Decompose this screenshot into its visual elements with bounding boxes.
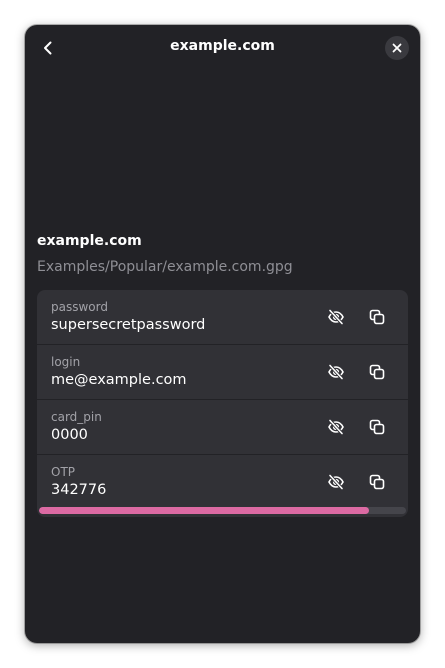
field-list: password supersecretpassword login me@ex… xyxy=(37,290,408,517)
close-icon xyxy=(392,43,402,53)
field-row-otp: OTP 342776 xyxy=(37,455,408,509)
field-row-login: login me@example.com xyxy=(37,345,408,399)
field-label: card_pin xyxy=(51,410,102,424)
copy-button[interactable] xyxy=(365,470,389,494)
toggle-visibility-button[interactable] xyxy=(324,305,348,329)
otp-progress-fill xyxy=(39,507,370,514)
field-row-password: password supersecretpassword xyxy=(37,290,408,344)
eye-hidden-icon xyxy=(328,363,344,381)
field-value[interactable]: me@example.com xyxy=(51,372,187,388)
copy-icon xyxy=(369,364,385,380)
otp-time-progress-bar xyxy=(39,507,406,514)
close-button[interactable] xyxy=(385,36,409,60)
field-label: login xyxy=(51,355,81,369)
password-entry-window: example.com example.com Examples/Popular… xyxy=(25,25,420,643)
copy-icon xyxy=(369,474,385,490)
field-value[interactable]: supersecretpassword xyxy=(51,317,205,333)
entry-path: Examples/Popular/example.com.gpg xyxy=(37,259,293,275)
eye-hidden-icon xyxy=(328,418,344,436)
toggle-visibility-button[interactable] xyxy=(324,470,348,494)
header-bar: example.com xyxy=(25,25,420,71)
toggle-visibility-button[interactable] xyxy=(324,415,348,439)
copy-button[interactable] xyxy=(365,360,389,384)
copy-icon xyxy=(369,419,385,435)
copy-icon xyxy=(369,309,385,325)
field-row-card-pin: card_pin 0000 xyxy=(37,400,408,454)
field-value[interactable]: 0000 xyxy=(51,427,88,443)
field-value[interactable]: 342776 xyxy=(51,482,106,498)
field-label: password xyxy=(51,300,108,314)
copy-button[interactable] xyxy=(365,415,389,439)
toggle-visibility-button[interactable] xyxy=(324,360,348,384)
field-label: OTP xyxy=(51,465,76,479)
window-title: example.com xyxy=(170,38,275,54)
eye-hidden-icon xyxy=(328,473,344,491)
entry-name: example.com xyxy=(37,233,142,249)
eye-hidden-icon xyxy=(328,308,344,326)
copy-button[interactable] xyxy=(365,305,389,329)
